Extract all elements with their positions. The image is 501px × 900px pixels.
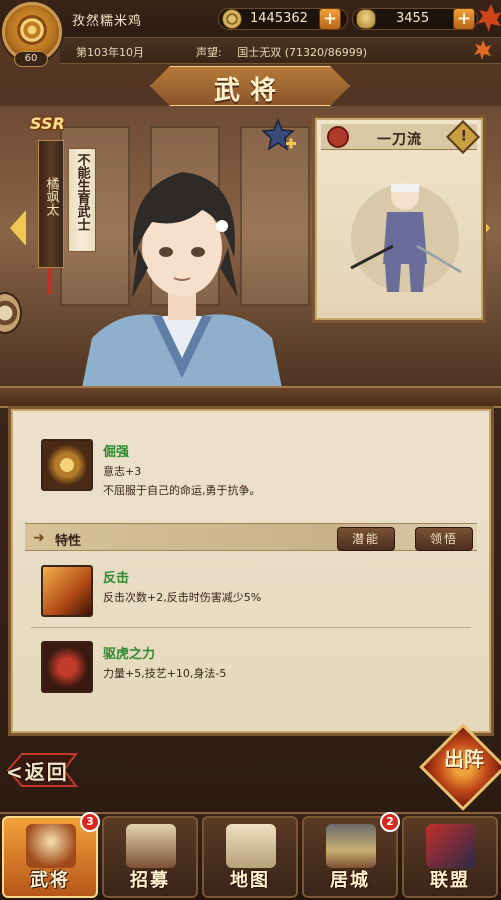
maple-leaf-decoration	[474, 4, 501, 60]
rice-icon	[356, 9, 376, 29]
tiger-power-icon[interactable]	[41, 641, 93, 693]
trait-name-counter: 反击	[103, 571, 130, 586]
alliance-banner-icon	[426, 824, 476, 868]
trait-desc-tiger: 力量+5,技艺+10,身法-5	[103, 667, 227, 680]
trait-separator	[31, 627, 471, 628]
upgrade-star-icon[interactable]	[262, 118, 298, 154]
nav-alliance[interactable]: 联盟	[402, 816, 498, 898]
traits-label: 特性	[55, 534, 82, 549]
nav-label-castle: 居城	[330, 870, 370, 891]
back-button[interactable]: <返回	[6, 756, 69, 785]
hero-name-scroll: 橘飒太	[38, 140, 64, 268]
player-level: 60	[14, 51, 48, 67]
potential-button[interactable]: 潜能	[337, 527, 395, 551]
fame-label: 声望:	[196, 46, 222, 59]
game-date: 第103年10月	[76, 46, 144, 59]
style-header: 一刀流 !	[321, 120, 480, 154]
hero-name: 橘飒太	[43, 177, 59, 216]
nav-recruit[interactable]: 招募	[102, 816, 198, 898]
skill-info-panel: 倔强 意志+3 不屈服于自己的命运,勇于抗争。 ➜ 特性 潜能 领悟 反击 反击…	[8, 406, 494, 736]
clan-crest-icon	[17, 15, 47, 45]
rice-value: 3455	[396, 11, 430, 26]
nav-map[interactable]: 地图	[202, 816, 298, 898]
notification-badge: 3	[80, 812, 100, 832]
rarity-badge: SSR	[30, 114, 65, 133]
fame-status: 声望: 国士无双 (71320/86999)	[196, 44, 367, 60]
main-skill-name: 倔强	[103, 445, 130, 460]
stubborn-skill-icon[interactable]	[41, 439, 93, 491]
nav-castle[interactable]: 居城 2	[302, 812, 400, 898]
hero-screen: 60 孜然糯米鸡 1445362 + 3455 + 第103年10月 声望: 国…	[0, 0, 501, 900]
main-skill-line2: 不屈服于自己的命运,勇于抗争。	[103, 484, 261, 497]
nav-label-recruit: 招募	[130, 870, 170, 891]
coin-value: 1445362	[250, 11, 308, 26]
tassel-decoration	[48, 268, 52, 294]
chibi-swordsman-figure	[350, 182, 462, 292]
map-scroll-icon	[226, 824, 276, 868]
counter-attack-icon[interactable]	[41, 565, 93, 617]
castle-icon	[326, 824, 376, 868]
prev-hero-arrow-icon[interactable]	[10, 210, 26, 246]
page-title: 武将	[213, 76, 286, 106]
fame-value: 国士无双 (71320/86999)	[237, 46, 367, 59]
warning-icon[interactable]: !	[446, 120, 480, 154]
fighting-style-card[interactable]: 一刀流 !	[312, 115, 486, 323]
sword-style-icon	[327, 126, 349, 148]
traits-header: ➜ 特性	[25, 523, 477, 551]
section-divider	[0, 386, 501, 408]
coin-icon	[222, 9, 242, 29]
recruit-scroll-icon	[126, 824, 176, 868]
trait-desc-counter: 反击次数+2,反击时伤害减少5%	[103, 591, 262, 604]
comprehend-button[interactable]: 领悟	[415, 527, 473, 551]
nav-label-map: 地图	[230, 870, 270, 891]
style-name: 一刀流	[377, 132, 422, 148]
notification-badge: 2	[380, 812, 400, 832]
main-skill-line1: 意志+3	[103, 465, 142, 478]
sortie-button[interactable]: 出阵	[436, 748, 492, 770]
add-coins-button[interactable]: +	[319, 8, 341, 30]
chevron-right-icon: ➜	[33, 530, 45, 546]
samurai-helmet-icon	[26, 824, 76, 868]
nav-label-generals: 武将	[30, 870, 70, 891]
player-name: 孜然糯米鸡	[72, 14, 143, 29]
trait-name-tiger: 驱虎之力	[103, 647, 156, 662]
nav-label-alliance: 联盟	[430, 870, 470, 891]
hero-portrait	[82, 172, 282, 388]
nav-generals[interactable]: 武将 3	[2, 812, 100, 898]
